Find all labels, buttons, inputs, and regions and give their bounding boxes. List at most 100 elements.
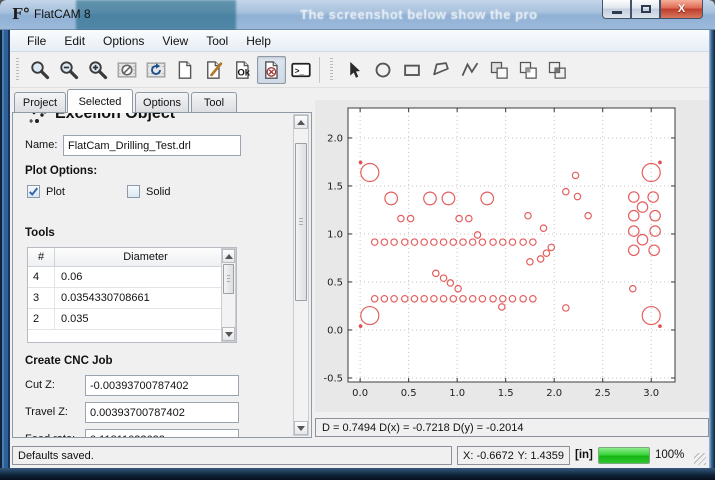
table-row[interactable]: 2 0.035: [28, 309, 236, 330]
title-bar[interactable]: The screenshot below show the pro F° Fla…: [0, 0, 715, 30]
cutz-label: Cut Z:: [25, 379, 55, 391]
svg-text:>_: >_: [294, 66, 304, 75]
aero-glass-artifact: [76, 0, 236, 30]
scroll-up-icon[interactable]: [294, 115, 308, 129]
cursor-y: Y: 1.4359: [518, 450, 565, 462]
tab-project[interactable]: Project: [14, 92, 66, 112]
replot-button[interactable]: [141, 56, 170, 84]
menu-file[interactable]: File: [18, 32, 55, 50]
clear-plot-button[interactable]: [112, 56, 141, 84]
feedrate-input[interactable]: [85, 429, 239, 438]
object-header: Excellon Object: [21, 113, 271, 130]
svg-text:2.5: 2.5: [595, 388, 611, 399]
table-row[interactable]: 4 0.06: [28, 267, 236, 288]
travelz-input[interactable]: [85, 402, 239, 423]
menu-options[interactable]: Options: [94, 32, 153, 50]
status-message-box: Defaults saved.: [12, 446, 452, 465]
feedrate-label: Feed rate:: [25, 433, 75, 438]
cnc-section-title: Create CNC Job: [25, 355, 113, 367]
window-border-right: [709, 30, 715, 468]
window-border-left: [0, 30, 10, 468]
minimize-icon: [612, 11, 622, 14]
checkbox-plot[interactable]: [27, 185, 40, 198]
col-header-number[interactable]: #: [28, 248, 55, 266]
svg-text:3.0: 3.0: [643, 388, 659, 399]
draw-polygon-button[interactable]: [426, 56, 455, 84]
menu-edit[interactable]: Edit: [55, 32, 94, 50]
svg-text:0.5: 0.5: [401, 388, 417, 399]
checkbox-plot-label: Plot: [46, 186, 65, 198]
menu-help[interactable]: Help: [237, 32, 280, 50]
draw-rectangle-button[interactable]: [397, 56, 426, 84]
app-window: The screenshot below show the pro F° Fla…: [0, 0, 715, 480]
cursor-x: X: -0.6672: [463, 450, 514, 462]
col-header-diameter[interactable]: Diameter: [55, 248, 236, 266]
zoom-fit-button[interactable]: [25, 56, 54, 84]
zoom-out-icon: [59, 60, 79, 80]
name-input[interactable]: [63, 135, 241, 156]
zoom-in-icon: [88, 60, 108, 80]
polyline-tool-icon: [460, 60, 480, 80]
table-scrollbar[interactable]: [221, 248, 236, 342]
table-scrollbar-thumb[interactable]: [223, 264, 234, 294]
close-button[interactable]: X: [660, 0, 703, 19]
svg-text:0.5: 0.5: [327, 277, 343, 288]
checkbox-solid-label: Solid: [146, 186, 170, 198]
cutz-input[interactable]: [85, 375, 239, 396]
edit-object-button[interactable]: [199, 56, 228, 84]
subtract-tool-button[interactable]: [513, 56, 542, 84]
selected-tab-panel: Excellon Object Name: Plot Options: Plot…: [12, 112, 312, 438]
intersect-tool-button[interactable]: [542, 56, 571, 84]
tools-table: # Diameter 4 0.06 3 0.0354330708661 2 0.…: [27, 247, 237, 343]
travelz-label: Travel Z:: [25, 406, 68, 418]
checkbox-solid[interactable]: [127, 185, 140, 198]
intersect-icon: [547, 60, 567, 80]
draw-polyline-button[interactable]: [455, 56, 484, 84]
ok-document-button[interactable]: Ok: [228, 56, 257, 84]
new-project-button[interactable]: [170, 56, 199, 84]
scroll-down-icon[interactable]: [222, 327, 235, 341]
delete-object-button[interactable]: [257, 56, 286, 84]
progress-percent: 100%: [655, 449, 684, 461]
plot-canvas[interactable]: 0.00.51.01.52.02.53.0-0.50.00.51.01.52.0: [315, 100, 709, 412]
menu-tool[interactable]: Tool: [197, 32, 237, 50]
panel-scrollbar[interactable]: [293, 114, 309, 436]
pointer-tool-button[interactable]: [339, 56, 368, 84]
svg-text:2.0: 2.0: [546, 388, 562, 399]
polygon-tool-icon: [431, 60, 451, 80]
tab-options[interactable]: Options: [135, 92, 189, 112]
draw-circle-button[interactable]: [368, 56, 397, 84]
svg-text:0.0: 0.0: [352, 388, 368, 399]
svg-text:1.5: 1.5: [498, 388, 514, 399]
tools-label: Tools: [25, 227, 55, 239]
table-row[interactable]: 3 0.0354330708661: [28, 288, 236, 309]
minimize-button[interactable]: [602, 0, 631, 19]
zoom-in-button[interactable]: [83, 56, 112, 84]
app-logo-icon: F°: [12, 5, 30, 23]
plot-options-label: Plot Options:: [25, 165, 97, 177]
union-tool-button[interactable]: [484, 56, 513, 84]
maximize-button[interactable]: [631, 0, 660, 19]
scroll-down-icon[interactable]: [294, 421, 308, 435]
union-icon: [489, 60, 509, 80]
plot-figure[interactable]: 0.00.51.01.52.02.53.0-0.50.00.51.01.52.0: [315, 100, 709, 412]
maximize-icon: [641, 5, 651, 13]
scroll-up-icon[interactable]: [222, 249, 235, 263]
panel-title: Excellon Object: [55, 113, 175, 123]
replot-icon: [146, 60, 166, 80]
measurement-readout: D = 0.7494 D(x) = -0.7218 D(y) = -0.2014: [315, 418, 709, 437]
svg-text:0.0: 0.0: [327, 325, 343, 336]
status-bar: Defaults saved. X: -0.6672 Y: 1.4359 [in…: [10, 440, 709, 468]
name-label: Name:: [25, 139, 57, 151]
cursor-coordinates-box: X: -0.6672 Y: 1.4359: [457, 446, 570, 465]
close-icon: X: [678, 3, 685, 15]
shell-button[interactable]: >_: [286, 56, 315, 84]
toolbar-drag-handle[interactable]: [16, 58, 21, 82]
tab-tool[interactable]: Tool: [191, 92, 237, 112]
zoom-out-button[interactable]: [54, 56, 83, 84]
toolbar-drag-handle-2[interactable]: [330, 58, 335, 82]
panel-scrollbar-thumb[interactable]: [295, 143, 307, 301]
tab-selected[interactable]: Selected: [67, 89, 133, 113]
menu-view[interactable]: View: [153, 32, 197, 50]
resize-grip[interactable]: [694, 453, 706, 465]
